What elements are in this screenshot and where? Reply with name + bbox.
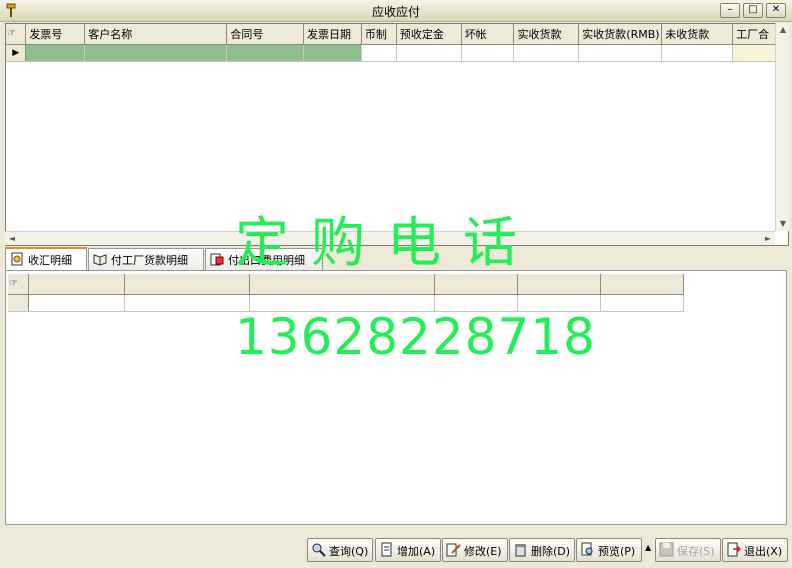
table-cell[interactable] [461,44,515,62]
pointer-icon: ☞ [8,274,29,295]
col-header[interactable] [600,274,684,295]
col-header[interactable] [124,274,250,295]
exit-button[interactable]: 退出(X) [722,538,788,562]
table-cell[interactable] [517,294,601,312]
table-row[interactable]: ▶ [6,44,788,62]
button-label: 预览(P) [598,545,636,558]
table-cell[interactable] [28,294,125,312]
trash-icon [515,544,526,557]
button-label: 查询(Q) [329,545,369,558]
tab-label: 收汇明细 [28,254,72,267]
col-header[interactable]: 预收定金 [396,24,462,45]
header-row: ☞ [8,274,684,295]
book-icon [93,254,107,266]
table-cell[interactable] [84,44,228,62]
button-label: 删除(D) [531,545,571,558]
table-cell[interactable] [396,44,462,62]
col-header[interactable]: 币制 [361,24,397,45]
tab-receipt-details[interactable]: 收汇明细 [5,247,87,271]
col-header[interactable]: 合同号 [226,24,305,45]
vertical-scrollbar[interactable]: ▲ ▼ [775,23,789,231]
table-cell[interactable] [303,44,362,62]
button-label: 保存(S) [677,545,715,558]
row-indicator [8,294,29,312]
edit-pencil-icon [446,543,461,557]
floppy-disk-icon [659,542,674,557]
title-bar: 应收应付 – □ ✕ [0,0,792,22]
money-icon [11,252,23,266]
table-cell[interactable] [226,44,305,62]
table-cell[interactable] [434,294,518,312]
button-label: 修改(E) [464,545,502,558]
payment-icon [210,253,224,266]
col-header[interactable]: 未收货款 [661,24,734,45]
print-preview-icon [581,542,593,556]
col-header[interactable] [28,274,125,295]
table-cell[interactable] [578,44,663,62]
table-row[interactable] [8,294,684,312]
scroll-down-icon[interactable]: ▼ [776,217,790,231]
save-button[interactable]: 保存(S) [655,538,721,562]
tab-label: 付工厂货款明细 [111,254,188,267]
detail-panel: ☞ [5,270,787,525]
close-button[interactable]: ✕ [766,3,786,18]
minimize-button[interactable]: – [720,3,740,18]
button-label: 增加(A) [397,545,436,558]
query-button[interactable]: 查询(Q) [307,538,373,562]
tab-label: 付出口费用明细 [228,254,305,267]
invoice-grid[interactable]: ☞ 发票号 客户名称 合同号 发票日期 币制 预收定金 坏帐 实收货款 实收货款… [5,23,789,246]
col-header[interactable]: 发票号 [25,24,86,45]
bottom-toolbar: 查询(Q) 增加(A) 修改(E) 删除(D) 预览(P) ▲ 保存(S) 退出… [0,534,792,568]
table-cell[interactable] [25,44,86,62]
table-cell[interactable] [361,44,397,62]
exit-door-icon [727,542,741,557]
edit-button[interactable]: 修改(E) [442,538,508,562]
col-header[interactable] [517,274,601,295]
button-label: 退出(X) [744,545,783,558]
table-cell[interactable] [124,294,250,312]
table-cell[interactable] [661,44,734,62]
preview-button[interactable]: 预览(P) [576,538,642,562]
caret-up-icon[interactable]: ▲ [645,543,651,552]
scroll-right-icon[interactable]: ► [761,232,775,245]
scroll-up-icon[interactable]: ▲ [776,23,790,37]
col-header[interactable]: 实收货款(RMB) [578,24,663,45]
pointer-icon: ☞ [6,24,27,45]
add-button[interactable]: 增加(A) [375,538,441,562]
table-cell[interactable] [600,294,684,312]
new-document-icon [381,542,392,557]
table-cell[interactable] [249,294,435,312]
col-header[interactable]: 实收货款 [513,24,580,45]
maximize-button[interactable]: □ [743,3,763,18]
row-indicator-icon: ▶ [6,44,27,62]
col-header[interactable]: 坏帐 [461,24,515,45]
invoice-table: ☞ 发票号 客户名称 合同号 发票日期 币制 预收定金 坏帐 实收货款 实收货款… [6,24,788,62]
table-cell[interactable] [513,44,580,62]
horizontal-scrollbar[interactable]: ◄ ► [5,231,775,245]
col-header[interactable] [249,274,435,295]
magnifier-icon [312,543,326,557]
tab-factory-payment-details[interactable]: 付工厂货款明细 [88,248,204,270]
tab-export-fee-details[interactable]: 付出口费用明细 [205,248,323,270]
col-header[interactable]: 客户名称 [84,24,228,45]
delete-button[interactable]: 删除(D) [509,538,575,562]
header-row: ☞ 发票号 客户名称 合同号 发票日期 币制 预收定金 坏帐 实收货款 实收货款… [6,24,788,45]
window-title: 应收应付 [371,5,420,19]
scroll-left-icon[interactable]: ◄ [5,232,19,245]
col-header[interactable] [434,274,518,295]
col-header[interactable]: 发票日期 [303,24,362,45]
detail-table[interactable]: ☞ [8,274,684,312]
